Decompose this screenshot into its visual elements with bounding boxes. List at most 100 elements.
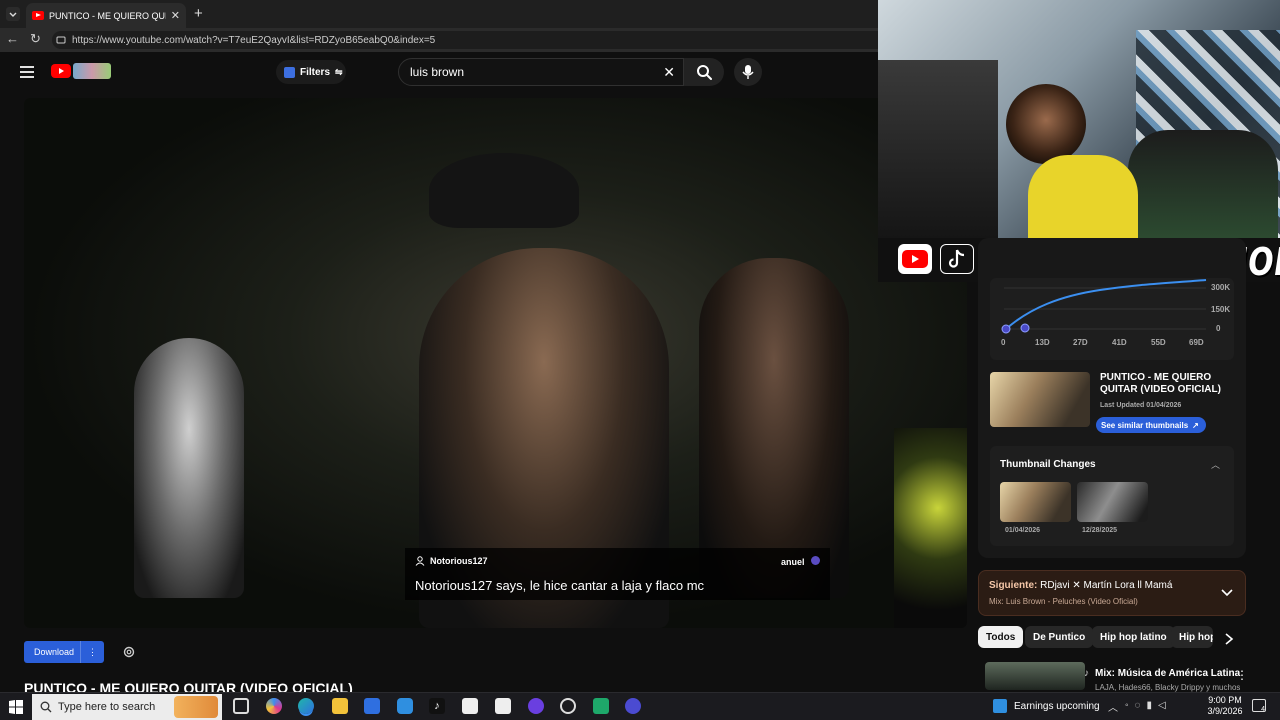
gaming-chair [1128, 130, 1278, 238]
x-tick-label: 55D [1151, 338, 1166, 347]
thumbnail-changes-title: Thumbnail Changes [1000, 459, 1096, 470]
messenger-icon[interactable] [528, 698, 544, 714]
settings-gear-icon[interactable] [122, 645, 136, 659]
youtube-favicon-icon [32, 11, 44, 20]
recording-app-icon[interactable] [625, 698, 641, 714]
download-button[interactable]: Download ⋮ [24, 641, 104, 663]
microsoft-store-icon[interactable] [364, 698, 380, 714]
clock-time: 9:00 PM [1208, 695, 1242, 705]
next-title: RDjavi ✕ Martín Lora ll Mamá [1040, 580, 1173, 591]
tray-icons[interactable]: ◦◌▮◁ [1125, 700, 1172, 711]
back-button[interactable]: ← [6, 31, 19, 46]
youtube-icon [902, 250, 928, 268]
tray-chevron-icon[interactable]: ︿ [1108, 699, 1118, 714]
thumbnail-change-2[interactable] [1077, 482, 1148, 522]
chart-point[interactable] [1020, 323, 1030, 333]
taskbar-clock[interactable]: 9:00 PM 3/9/2026 [1206, 695, 1244, 717]
mix-thumbnail[interactable] [985, 662, 1085, 690]
news-widget-label[interactable]: Earnings upcoming [1014, 701, 1100, 712]
x-tick-label: 69D [1189, 338, 1204, 347]
search-highlight-icon [174, 696, 218, 718]
sliders-icon: ⇋ [335, 66, 343, 77]
new-tab-button[interactable]: + [194, 5, 203, 22]
browser-tab[interactable]: PUNTICO - ME QUIERO QUITAR (V ✕ [26, 3, 186, 28]
search-button[interactable] [684, 58, 724, 86]
tab-title: PUNTICO - ME QUIERO QUITAR (V [49, 10, 166, 21]
reload-button[interactable]: ↻ [30, 31, 41, 47]
current-thumbnail[interactable] [990, 372, 1090, 427]
url-field[interactable]: https://www.youtube.com/watch?v=T7euE2Qa… [52, 31, 878, 49]
x-tick-label: 0 [1001, 338, 1006, 347]
webcam-feed [878, 0, 1280, 238]
tiktok-icon [940, 244, 974, 274]
similar-btn-label: See similar thumbnails [1101, 420, 1189, 430]
edge-browser-icon[interactable] [298, 698, 314, 714]
file-explorer-icon[interactable] [332, 698, 348, 714]
x-tick-label: 13D [1035, 338, 1050, 347]
mail-icon[interactable] [397, 698, 413, 714]
clock-date: 3/9/2026 [1207, 706, 1243, 716]
download-label: Download [34, 647, 75, 657]
more-options-icon[interactable]: ⋮ [1236, 668, 1248, 682]
chat-user: Notorious127 [415, 556, 488, 566]
mix-title[interactable]: Mix: Música de América Latina [1095, 668, 1240, 679]
y-tick-label: 300K [1211, 283, 1231, 292]
chat-tag: anuel [781, 556, 820, 567]
streaming-app-icon[interactable] [593, 698, 609, 714]
chip-hip-hop-latino[interactable]: Hip hop latino [1092, 626, 1175, 648]
download-options-button[interactable]: ⋮ [80, 641, 104, 663]
change-date: 01/04/2026 [1005, 527, 1041, 534]
chip-hip-hop[interactable]: Hip hop [1171, 626, 1213, 648]
clear-search-icon[interactable]: ✕ [663, 64, 675, 81]
search-value: luis brown [410, 65, 465, 79]
search-icon [40, 701, 52, 713]
streamer-shirt [1028, 155, 1138, 238]
thumbnail-change-1[interactable] [1000, 482, 1071, 522]
chip-all[interactable]: Todos [978, 626, 1024, 648]
views-chart-card: 300K 150K 0 0 13D 27D 41D 55D 69D [990, 278, 1234, 360]
chat-username: Notorious127 [430, 556, 488, 566]
url-text: https://www.youtube.com/watch?v=T7euE2Qa… [72, 34, 436, 46]
chart-grid [1004, 287, 1206, 330]
chip-de-puntico[interactable]: De Puntico [1025, 626, 1094, 648]
close-tab-icon[interactable]: ✕ [171, 9, 180, 22]
chevron-right-icon[interactable] [1224, 633, 1234, 645]
next-video-box[interactable]: Siguiente: RDjavi ✕ Martín Lora ll Mamá … [978, 570, 1246, 616]
address-bar: ← ↻ https://www.youtube.com/watch?v=T7eu… [0, 28, 878, 52]
tab-list-button[interactable] [6, 7, 20, 21]
next-mix: Mix: Luis Brown - Peluches (Video Oficia… [989, 597, 1138, 606]
external-link-icon: ↗ [1192, 420, 1199, 430]
chat-overlay: Notorious127 anuel Notorious127 says, le… [405, 548, 830, 600]
capcut-alt-icon[interactable] [495, 698, 511, 714]
change-date: 12/28/2025 [1082, 527, 1118, 534]
voice-search-button[interactable] [734, 58, 762, 86]
youtube-logo[interactable] [51, 64, 71, 78]
next-video-line: Siguiente: RDjavi ✕ Martín Lora ll Mamá [989, 580, 1172, 591]
background-tank [894, 428, 967, 628]
panel-video-title: PUNTICO - ME QUIERO QUITAR (VIDEO OFICIA… [1100, 372, 1221, 395]
taskbar-search-box[interactable]: Type here to search [32, 694, 222, 720]
collapse-icon[interactable]: ︿ [1211, 458, 1220, 471]
notification-center-icon[interactable]: 4 [1252, 699, 1266, 713]
chevron-down-icon[interactable] [1221, 588, 1233, 598]
chart-point[interactable] [1001, 324, 1011, 334]
notification-count: 4 [1261, 706, 1265, 713]
site-info-icon [56, 36, 66, 44]
see-similar-thumbnails-button[interactable]: See similar thumbnails ↗ [1096, 417, 1206, 433]
search-icon [697, 65, 712, 80]
capcut-icon[interactable] [462, 698, 478, 714]
next-prefix: Siguiente: [989, 580, 1038, 591]
browser-tab-bar: PUNTICO - ME QUIERO QUITAR (V ✕ + [0, 0, 878, 28]
copilot-icon[interactable] [266, 698, 282, 714]
task-view-icon[interactable] [233, 698, 249, 714]
menu-icon[interactable] [19, 65, 35, 79]
x-tick-label: 27D [1073, 338, 1088, 347]
search-input[interactable]: luis brown ✕ [398, 58, 684, 86]
user-icon [415, 556, 425, 566]
news-widget-icon[interactable] [993, 699, 1007, 713]
obs-icon[interactable] [560, 698, 576, 714]
tiktok-app-icon[interactable]: ♪ [429, 698, 445, 714]
chat-tag-text: anuel [780, 557, 805, 567]
windows-start-icon[interactable] [9, 700, 23, 714]
filters-button[interactable]: Filters ⇋ [276, 60, 346, 84]
